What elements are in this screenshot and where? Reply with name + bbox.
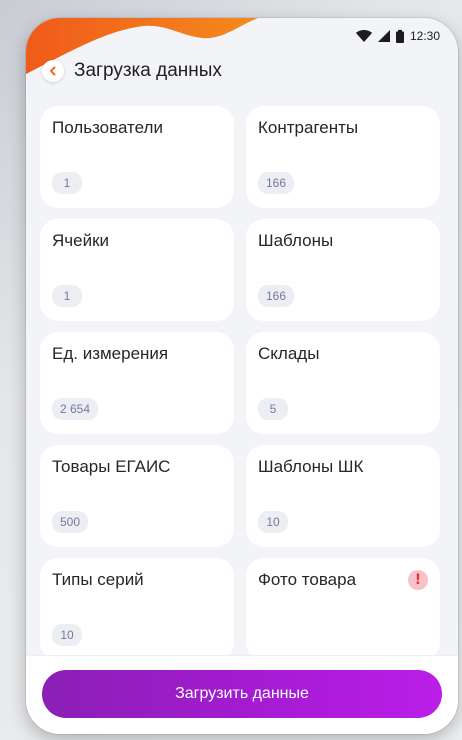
count-badge: 2 654: [52, 398, 99, 420]
card-templates[interactable]: Шаблоны 166: [246, 219, 440, 321]
bottom-bar: Загрузить данные: [26, 655, 458, 734]
status-time: 12:30: [409, 29, 440, 43]
count-badge: 5: [258, 398, 288, 420]
card-label: Пользователи: [52, 118, 163, 137]
phone-screen: 12:30 Загрузка данных Пользователи 1 Кон…: [26, 18, 458, 734]
card-product-photos[interactable]: Фото товара !: [246, 558, 440, 660]
status-bar: 12:30: [355, 26, 440, 46]
battery-icon: [395, 29, 404, 43]
card-label: Шаблоны: [258, 231, 334, 250]
count-badge: 166: [258, 285, 295, 307]
card-label: Типы серий: [52, 570, 144, 589]
count-badge: 166: [258, 172, 295, 194]
card-egais-goods[interactable]: Товары ЕГАИС 500: [40, 445, 234, 547]
data-categories-grid: Пользователи 1 Контрагенты 166 Ячейки 1 …: [40, 106, 444, 660]
card-label: Товары ЕГАИС: [52, 457, 171, 476]
count-badge: 1: [52, 172, 82, 194]
count-badge: 10: [52, 624, 82, 646]
card-users[interactable]: Пользователи 1: [40, 106, 234, 208]
card-label: Фото товара: [258, 570, 357, 589]
card-label: Ед. измерения: [52, 344, 169, 363]
card-counterparties[interactable]: Контрагенты 166: [246, 106, 440, 208]
count-badge: 10: [258, 511, 288, 533]
card-cells[interactable]: Ячейки 1: [40, 219, 234, 321]
wifi-icon: [355, 30, 372, 42]
warning-icon: !: [408, 570, 428, 590]
card-label: Ячейки: [52, 231, 110, 250]
page-title: Загрузка данных: [74, 60, 222, 81]
card-units[interactable]: Ед. измерения 2 654: [40, 332, 234, 434]
card-label: Контрагенты: [258, 118, 359, 137]
background: 12:30 Загрузка данных Пользователи 1 Кон…: [0, 0, 462, 740]
count-badge: 1: [52, 285, 82, 307]
load-data-button[interactable]: Загрузить данные: [42, 670, 442, 718]
card-label: Склады: [258, 344, 320, 363]
signal-icon: [377, 30, 390, 42]
back-button[interactable]: [42, 60, 64, 82]
count-badge: 500: [52, 511, 89, 533]
page-header: Загрузка данных: [42, 60, 222, 82]
chevron-left-icon: [50, 66, 56, 76]
card-series-types[interactable]: Типы серий 10: [40, 558, 234, 660]
card-label: Шаблоны ШК: [258, 457, 364, 476]
card-warehouses[interactable]: Склады 5: [246, 332, 440, 434]
card-barcode-templates[interactable]: Шаблоны ШК 10: [246, 445, 440, 547]
